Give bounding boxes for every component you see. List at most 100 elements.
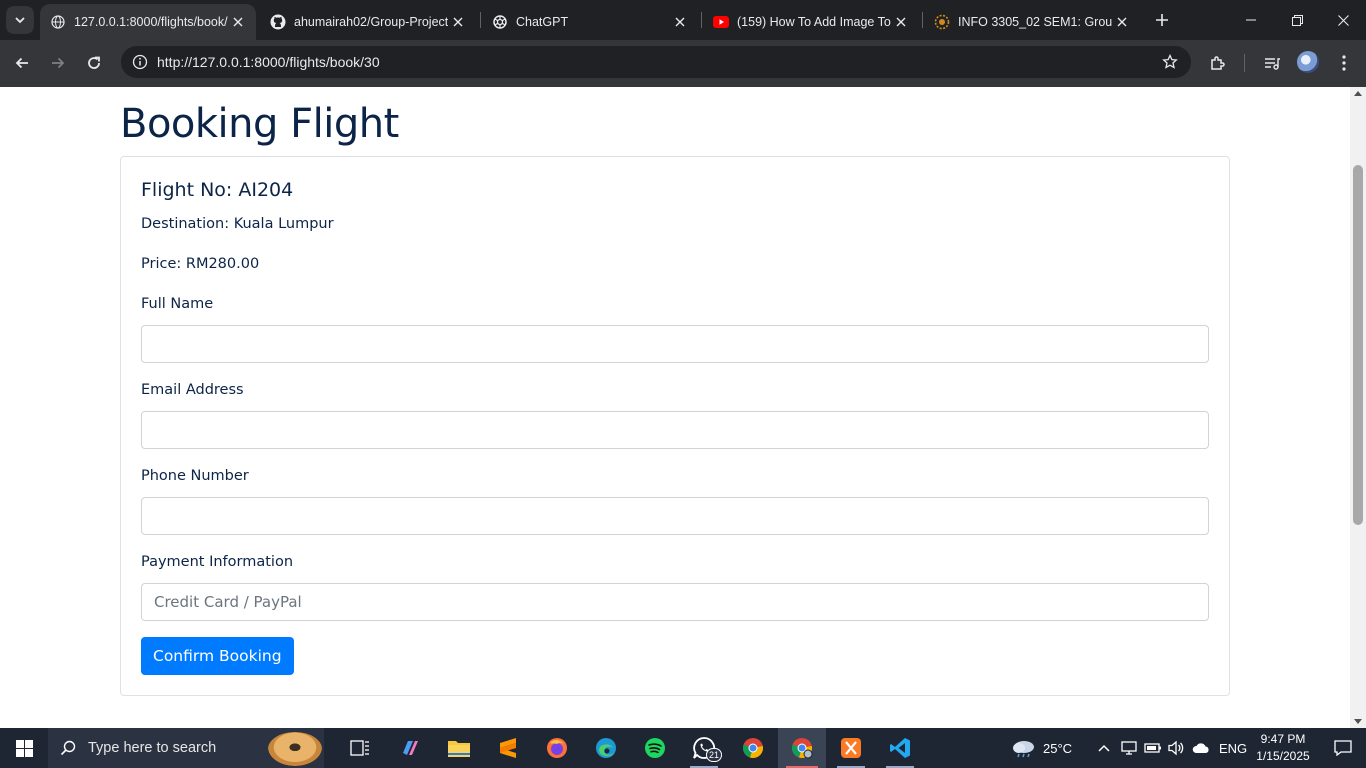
arrow-left-icon	[15, 57, 28, 69]
full-name-input[interactable]	[141, 325, 1209, 363]
tab-separator	[480, 12, 481, 28]
page-scrollbar[interactable]	[1350, 87, 1366, 728]
toolbar-separator	[1244, 54, 1245, 72]
url-text[interactable]: http://127.0.0.1:8000/flights/book/30	[157, 46, 380, 78]
cloud-rain-icon	[1013, 741, 1034, 758]
network-icon	[1121, 741, 1137, 755]
sublime-text-icon	[500, 738, 516, 758]
search-icon	[48, 740, 88, 756]
tab-title: 127.0.0.1:8000/flights/book/	[74, 15, 228, 29]
close-icon	[1337, 14, 1349, 26]
copilot-icon	[403, 741, 418, 755]
email-label: Email Address	[141, 382, 244, 398]
reload-button[interactable]	[80, 49, 108, 77]
new-tab-button[interactable]	[1150, 8, 1174, 32]
tab-booking[interactable]: 127.0.0.1:8000/flights/book/	[40, 4, 256, 40]
chrome-icon	[742, 738, 763, 758]
youtube-icon	[713, 14, 729, 30]
spotify-app[interactable]	[631, 728, 679, 768]
search-placeholder: Type here to search	[88, 740, 217, 756]
tab-title: INFO 3305_02 SEM1: Group	[958, 15, 1112, 29]
github-icon	[270, 14, 286, 30]
close-window-button[interactable]	[1320, 0, 1366, 40]
task-view-icon	[350, 740, 369, 756]
flight-number: Flight No: AI204	[141, 179, 294, 201]
browser-menu-button[interactable]	[1330, 49, 1358, 77]
chrome-profile-app[interactable]	[778, 728, 826, 768]
tab-title: (159) How To Add Image To	[737, 15, 891, 29]
close-icon[interactable]	[448, 12, 468, 32]
close-icon[interactable]	[228, 12, 248, 32]
tab-search-button[interactable]	[6, 6, 34, 34]
media-control-button[interactable]	[1258, 49, 1286, 77]
email-input[interactable]	[141, 411, 1209, 449]
speaker-icon	[1168, 740, 1184, 756]
moodle-icon	[934, 14, 950, 30]
close-icon[interactable]	[891, 12, 911, 32]
network-button[interactable]	[1120, 728, 1138, 768]
profile-avatar[interactable]	[1297, 51, 1319, 73]
address-bar[interactable]: http://127.0.0.1:8000/flights/book/30	[121, 46, 1191, 78]
tab-youtube[interactable]: (159) How To Add Image To	[703, 4, 919, 40]
payment-input[interactable]	[141, 583, 1209, 621]
globe-icon	[50, 14, 66, 30]
scroll-down-icon[interactable]	[1354, 719, 1362, 724]
bookmark-star-icon[interactable]	[1161, 53, 1179, 71]
confirm-booking-button[interactable]: Confirm Booking	[141, 637, 294, 675]
xampp-icon	[841, 738, 861, 758]
vscode-app[interactable]	[876, 728, 924, 768]
playlist-icon	[1265, 58, 1280, 70]
scrollbar-thumb[interactable]	[1353, 165, 1363, 525]
back-button[interactable]	[8, 49, 36, 77]
task-view-button[interactable]	[336, 728, 384, 768]
tray-overflow-button[interactable]	[1098, 728, 1110, 768]
volume-button[interactable]	[1167, 728, 1185, 768]
file-explorer-app[interactable]	[435, 728, 483, 768]
info-icon[interactable]	[131, 53, 149, 71]
close-icon[interactable]	[1112, 12, 1132, 32]
tab-chatgpt[interactable]: ChatGPT	[482, 4, 698, 40]
edge-app[interactable]	[582, 728, 630, 768]
phone-input[interactable]	[141, 497, 1209, 535]
taskbar-search[interactable]: Type here to search	[48, 728, 324, 768]
chrome-icon	[791, 738, 813, 759]
language-text: ENG	[1219, 740, 1248, 756]
phone-label: Phone Number	[141, 468, 249, 484]
full-name-label: Full Name	[141, 296, 214, 312]
battery-icon	[1144, 743, 1161, 753]
xampp-app[interactable]	[827, 728, 875, 768]
tab-github[interactable]: ahumairah02/Group-Project	[260, 4, 476, 40]
booking-card: Flight No: AI204 Destination: Kuala Lump…	[120, 156, 1230, 696]
weather-widget[interactable]: 25°C	[1010, 728, 1072, 768]
taskbar-clock[interactable]: 9:47 PM 1/15/2025	[1248, 731, 1318, 765]
extensions-button[interactable]	[1204, 49, 1232, 77]
minimize-button[interactable]	[1228, 0, 1274, 40]
tab-moodle[interactable]: INFO 3305_02 SEM1: Group	[924, 4, 1140, 40]
firefox-icon	[547, 738, 567, 758]
clock-date: 1/15/2025	[1256, 749, 1310, 763]
chatgpt-icon	[492, 14, 508, 30]
restore-icon	[1291, 14, 1303, 26]
firefox-app[interactable]	[533, 728, 581, 768]
tab-title: ahumairah02/Group-Project	[294, 15, 448, 29]
price-text: Price: RM280.00	[141, 256, 260, 272]
browser-toolbar: http://127.0.0.1:8000/flights/book/30	[0, 40, 1366, 87]
minimize-icon	[1246, 19, 1256, 21]
sublime-text-app[interactable]	[484, 728, 532, 768]
onedrive-button[interactable]	[1192, 728, 1210, 768]
copilot-app[interactable]	[386, 728, 434, 768]
forward-button[interactable]	[44, 49, 72, 77]
scroll-up-icon[interactable]	[1354, 91, 1362, 96]
tab-title: ChatGPT	[516, 15, 569, 29]
language-indicator[interactable]: ENG	[1219, 728, 1247, 768]
notification-center-button[interactable]	[1320, 728, 1366, 768]
chrome-app[interactable]	[729, 728, 777, 768]
start-button[interactable]	[0, 728, 48, 768]
whatsapp-app[interactable]: 21	[680, 728, 728, 768]
spotify-icon	[645, 738, 665, 758]
restore-button[interactable]	[1274, 0, 1320, 40]
battery-button[interactable]	[1144, 728, 1162, 768]
page-viewport: Booking Flight Flight No: AI204 Destinat…	[0, 87, 1350, 728]
tab-separator	[922, 12, 923, 28]
close-icon[interactable]	[670, 12, 690, 32]
